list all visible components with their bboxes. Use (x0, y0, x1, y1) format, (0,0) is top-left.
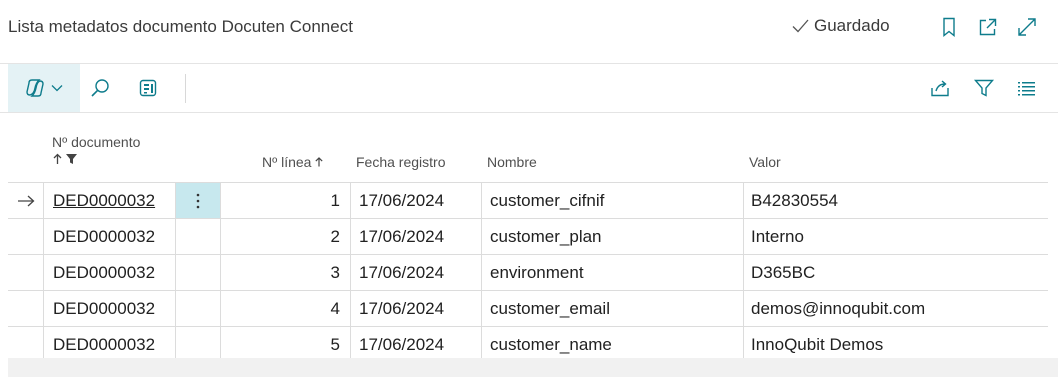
cell-value[interactable]: D365BC (743, 255, 1048, 290)
cell-name[interactable]: customer_email (481, 291, 743, 326)
copilot-button[interactable] (8, 64, 80, 112)
filter-button[interactable] (972, 64, 996, 112)
column-header-line-label: Nº línea (262, 154, 312, 170)
cell-line[interactable]: 1 (220, 183, 350, 218)
cell-line[interactable]: 4 (220, 291, 350, 326)
cell-value[interactable]: demos@innoqubit.com (743, 291, 1048, 326)
table-row[interactable]: DED0000032 3 17/06/2024 environment D365… (8, 254, 1048, 290)
cell-value[interactable]: B42830554 (743, 183, 1048, 218)
sort-ascending-icon (315, 157, 324, 167)
edit-list-button[interactable] (134, 64, 162, 112)
cell-name[interactable]: customer_name (481, 327, 743, 362)
column-header-document[interactable]: Nº documento (52, 134, 140, 150)
page-title: Lista metadatos documento Docuten Connec… (8, 17, 353, 36)
cell-name[interactable]: customer_plan (481, 219, 743, 254)
column-header-name[interactable]: Nombre (487, 154, 537, 170)
metadata-table: DED0000032 1 17/06/2024 customer_cifnif … (8, 182, 1048, 363)
row-actions-cell[interactable] (175, 291, 220, 326)
page-header: Lista metadatos documento Docuten Connec… (0, 0, 1058, 58)
cell-line[interactable]: 2 (220, 219, 350, 254)
filter-icon (973, 79, 995, 97)
document-link[interactable]: DED0000032 (53, 191, 155, 211)
copilot-icon (26, 79, 44, 97)
list-view-button[interactable] (1014, 64, 1038, 112)
cell-name[interactable]: customer_cifnif (481, 183, 743, 218)
sort-ascending-icon (53, 153, 62, 164)
column-header-date[interactable]: Fecha registro (356, 154, 445, 170)
saved-label: Guardado (814, 16, 890, 35)
row-selector[interactable] (8, 291, 43, 326)
current-row-arrow-icon (17, 195, 34, 206)
row-actions-cell[interactable] (175, 255, 220, 290)
cell-document[interactable]: DED0000032 (43, 327, 175, 362)
list-view-icon (1018, 82, 1035, 96)
cell-value[interactable]: Interno (743, 219, 1048, 254)
cell-line[interactable]: 3 (220, 255, 350, 290)
edit-list-icon (139, 79, 157, 97)
saved-status: Guardado (790, 16, 890, 36)
cell-date[interactable]: 17/06/2024 (350, 291, 481, 326)
cell-date[interactable]: 17/06/2024 (350, 219, 481, 254)
open-new-window-icon[interactable] (977, 16, 999, 38)
row-selector[interactable] (8, 255, 43, 290)
cell-value[interactable]: InnoQubit Demos (743, 327, 1048, 362)
cell-date[interactable]: 17/06/2024 (350, 327, 481, 362)
table-row[interactable]: DED0000032 4 17/06/2024 customer_email d… (8, 290, 1048, 326)
table-row[interactable]: DED0000032 1 17/06/2024 customer_cifnif … (8, 182, 1048, 218)
row-actions-cell[interactable] (175, 327, 220, 362)
more-options-icon (196, 193, 200, 208)
row-actions-cell[interactable] (175, 219, 220, 254)
share-button[interactable] (928, 64, 952, 112)
search-icon (91, 79, 109, 97)
chevron-down-icon (51, 85, 63, 92)
cell-document[interactable]: DED0000032 (43, 291, 175, 326)
filter-applied-icon (66, 154, 77, 164)
search-button[interactable] (86, 64, 114, 112)
column-header-line[interactable]: Nº línea (262, 154, 324, 170)
row-selector[interactable] (8, 327, 43, 362)
cell-date[interactable]: 17/06/2024 (350, 183, 481, 218)
document-sort-filter-indicator (52, 153, 78, 165)
row-selector[interactable] (8, 219, 43, 254)
list-footer (8, 358, 1058, 377)
row-selector[interactable] (8, 183, 43, 218)
checkmark-icon (792, 19, 809, 33)
share-icon (931, 80, 949, 97)
action-toolbar (0, 63, 1058, 113)
cell-line[interactable]: 5 (220, 327, 350, 362)
table-row[interactable]: DED0000032 2 17/06/2024 customer_plan In… (8, 218, 1048, 254)
cell-document[interactable]: DED0000032 (43, 183, 175, 218)
toolbar-separator (185, 74, 186, 103)
table-header: Nº documento Nº línea Fecha registro Nom… (0, 120, 1058, 182)
cell-document[interactable]: DED0000032 (43, 255, 175, 290)
column-header-value[interactable]: Valor (749, 154, 781, 170)
bookmark-icon[interactable] (938, 16, 960, 38)
row-actions-button[interactable] (175, 183, 220, 218)
cell-document[interactable]: DED0000032 (43, 219, 175, 254)
cell-date[interactable]: 17/06/2024 (350, 255, 481, 290)
expand-icon[interactable] (1016, 16, 1038, 38)
cell-name[interactable]: environment (481, 255, 743, 290)
